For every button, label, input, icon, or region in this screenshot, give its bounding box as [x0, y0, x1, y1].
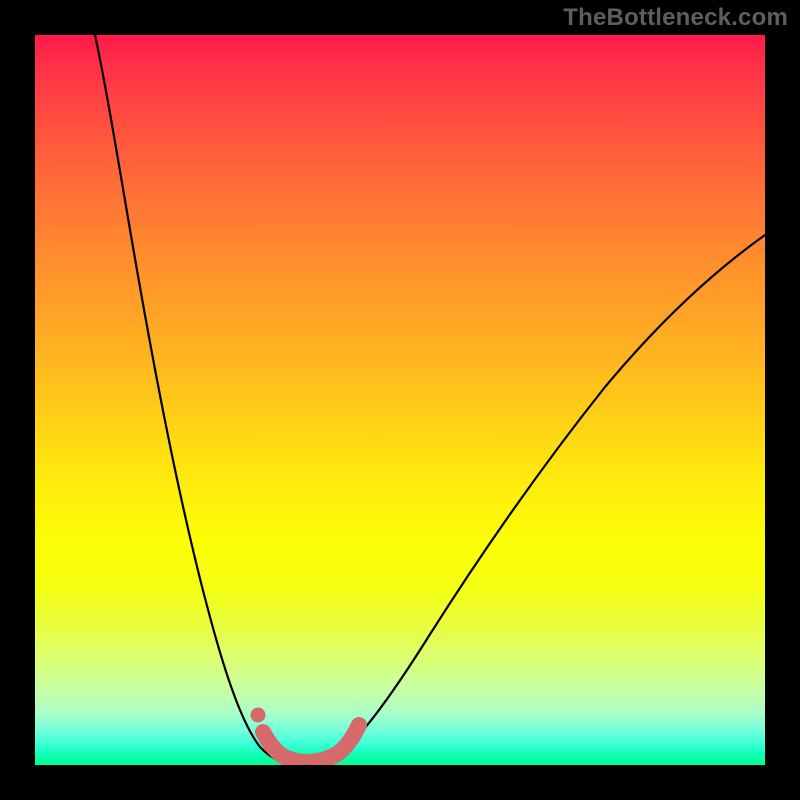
bottleneck-curve: [95, 35, 765, 764]
chart-frame: TheBottleneck.com: [0, 0, 800, 800]
watermark-text: TheBottleneck.com: [563, 4, 788, 32]
optimal-marker-dot: [251, 708, 266, 723]
plot-area: [35, 35, 765, 765]
curve-layer: [35, 35, 765, 765]
optimal-marker: [263, 725, 359, 762]
